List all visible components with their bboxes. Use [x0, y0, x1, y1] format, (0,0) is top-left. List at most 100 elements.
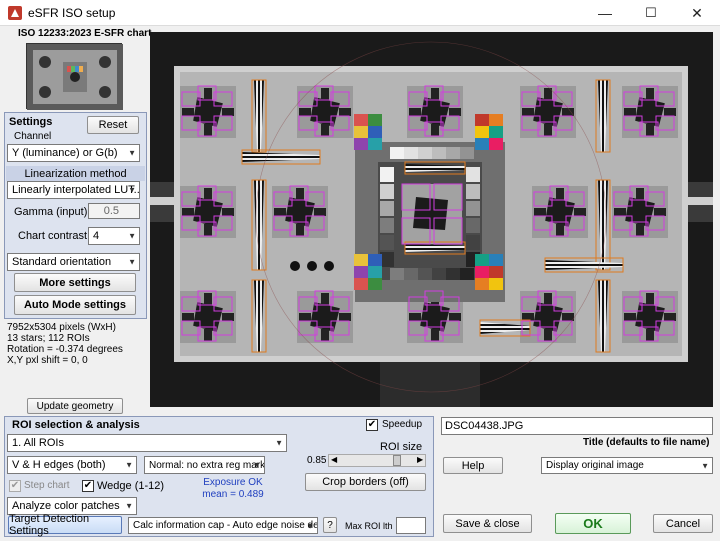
chevron-down-icon: ▼: [128, 231, 136, 241]
calc-select-value: Calc information cap - Auto edge noise d…: [133, 520, 318, 531]
max-roi-label: Max ROI lth: [345, 521, 393, 531]
max-roi-input[interactable]: [396, 517, 426, 534]
gray-patch: [466, 184, 480, 199]
title-field-label: Title (defaults to file name): [583, 437, 710, 448]
gray-patch: [380, 235, 394, 250]
contrast-select[interactable]: 4 ▼: [88, 227, 140, 245]
color-patch: [475, 254, 489, 266]
gamma-input[interactable]: 0.5: [88, 203, 140, 219]
gray-patch: [466, 167, 480, 182]
calc-select[interactable]: Calc information cap - Auto edge noise d…: [128, 517, 318, 534]
color-patch: [368, 114, 382, 126]
gray-patch: [446, 268, 460, 280]
crop-borders-button[interactable]: Crop borders (off): [305, 473, 426, 491]
linearization-select[interactable]: Linearly interpolated LUT... ▼: [7, 181, 140, 199]
gamma-label: Gamma (input): [14, 206, 88, 218]
gray-patch: [446, 147, 460, 159]
update-geometry-button[interactable]: Update geometry: [27, 398, 123, 414]
chevron-down-icon: ▼: [701, 461, 709, 470]
help-question-button[interactable]: ?: [323, 517, 337, 533]
shift-info: X,Y pxl shift = 0, 0: [7, 355, 88, 366]
rotation-info: Rotation = -0.374 degrees: [7, 344, 123, 355]
speedup-checkbox[interactable]: ✔: [366, 419, 378, 431]
arrow-right-icon[interactable]: ▶: [417, 455, 423, 464]
color-patch: [354, 126, 368, 138]
chevron-down-icon: ▼: [125, 460, 133, 470]
chevron-down-icon: ▼: [128, 148, 136, 158]
slider-thumb[interactable]: [393, 455, 401, 466]
chevron-down-icon: ▼: [128, 185, 136, 195]
color-patch: [354, 254, 368, 266]
color-patch: [475, 126, 489, 138]
ok-button[interactable]: OK: [555, 513, 631, 534]
orientation-select[interactable]: Standard orientation ▼: [7, 253, 140, 271]
wedge-checkbox[interactable]: ✔: [82, 480, 94, 492]
color-patch: [489, 278, 503, 290]
help-button[interactable]: Help: [443, 457, 503, 474]
image-size-info: 7952x5304 pixels (WxH): [7, 322, 116, 333]
window-title: eSFR ISO setup: [28, 6, 116, 20]
app-icon: [8, 6, 22, 20]
color-patch: [489, 126, 503, 138]
color-patch: [489, 254, 503, 266]
esfr-chart-image: [150, 32, 713, 407]
orientation-select-value: Standard orientation: [12, 256, 112, 268]
gray-patch: [418, 147, 432, 159]
roi-select[interactable]: 1. All ROIs ▼: [7, 434, 287, 452]
chevron-down-icon: ▼: [125, 501, 133, 511]
gray-patch: [380, 201, 394, 216]
gray-patch: [432, 147, 446, 159]
color-patch: [368, 126, 382, 138]
step-chart-checkbox: ✔: [9, 480, 21, 492]
more-settings-button[interactable]: More settings: [14, 273, 136, 292]
color-patch: [354, 114, 368, 126]
chart-image-viewport[interactable]: [150, 32, 713, 407]
gray-patch: [466, 218, 480, 233]
check-icon: ✔: [10, 480, 20, 491]
target-detection-settings-button[interactable]: Target Detection Settings: [8, 513, 122, 537]
gray-patch: [404, 268, 418, 280]
gray-patch: [404, 147, 418, 159]
color-patch: [368, 254, 382, 266]
maximize-button[interactable]: ☐: [628, 0, 674, 26]
reset-button[interactable]: Reset: [87, 116, 139, 134]
center-star: [402, 184, 462, 244]
color-patch: [475, 278, 489, 290]
color-patch: [354, 138, 368, 150]
gray-patch: [390, 268, 404, 280]
chevron-down-icon: ▼: [253, 460, 261, 470]
channel-select[interactable]: Y (luminance) or G(b) ▼: [7, 144, 140, 162]
color-patch: [354, 266, 368, 278]
gray-patch: [466, 201, 480, 216]
auto-mode-settings-button[interactable]: Auto Mode settings: [14, 295, 136, 315]
color-patch: [368, 278, 382, 290]
gray-patch: [466, 235, 480, 250]
edges-select[interactable]: V & H edges (both) ▼: [7, 456, 137, 474]
step-chart-label: Step chart: [24, 480, 70, 491]
chevron-down-icon: ▼: [128, 257, 136, 267]
reg-marks-select-value: Normal: no extra reg marks: [149, 459, 265, 471]
color-patch: [489, 266, 503, 278]
cancel-button[interactable]: Cancel: [653, 514, 713, 533]
save-close-button[interactable]: Save & close: [443, 514, 532, 533]
filename-input[interactable]: DSC04438.JPG: [441, 417, 713, 435]
roi-size-slider[interactable]: ◀ ▶: [328, 454, 426, 467]
gray-patch: [380, 218, 394, 233]
speedup-label: Speedup: [382, 419, 423, 430]
display-select[interactable]: Display original image ▼: [541, 457, 713, 474]
color-patch: [475, 266, 489, 278]
linearization-heading: Linearization method: [6, 166, 145, 181]
roi-select-value: 1. All ROIs: [12, 437, 64, 449]
gray-patch: [380, 252, 394, 267]
close-button[interactable]: ✕: [674, 0, 720, 26]
chevron-down-icon: ▼: [306, 521, 314, 530]
arrow-left-icon[interactable]: ◀: [331, 455, 337, 464]
channel-select-value: Y (luminance) or G(b): [12, 147, 118, 159]
reg-marks-select[interactable]: Normal: no extra reg marks ▼: [144, 456, 265, 474]
color-patch: [354, 278, 368, 290]
color-patches-select-value: Analyze color patches: [12, 500, 120, 512]
minimize-button[interactable]: —: [582, 0, 628, 26]
check-icon: ✔: [367, 419, 377, 430]
gray-patch: [460, 147, 474, 159]
gray-patch: [432, 268, 446, 280]
